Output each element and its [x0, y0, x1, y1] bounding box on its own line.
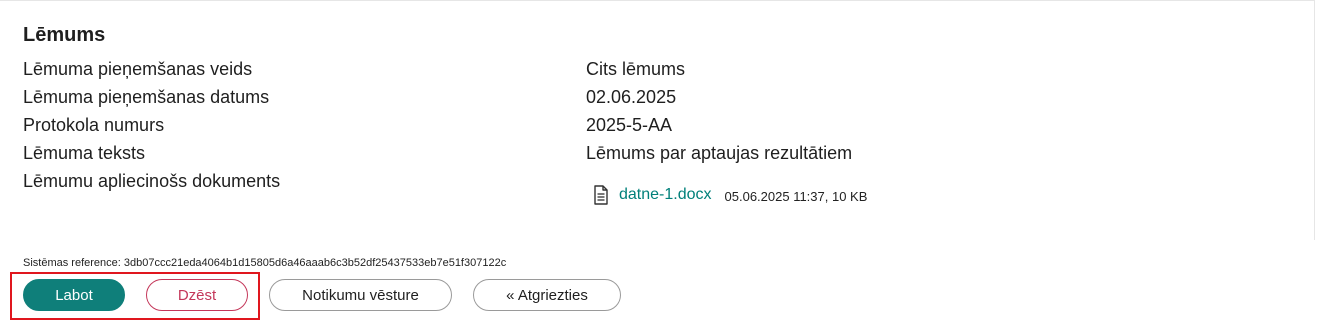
field-label: Lēmumu apliecinošs dokuments: [23, 171, 281, 191]
field-label: Lēmuma teksts: [23, 143, 146, 163]
decision-card: Lēmums Lēmuma pieņemšanas veids Cits lēm…: [0, 0, 1315, 240]
field-label: Lēmuma pieņemšanas datums: [23, 87, 270, 107]
edit-button[interactable]: Labot: [23, 279, 125, 311]
field-row-decision-type: Lēmuma pieņemšanas veids Cits lēmums: [0, 56, 1300, 82]
field-value: 02.06.2025: [586, 87, 677, 107]
decision-page: Lēmums Lēmuma pieņemšanas veids Cits lēm…: [0, 0, 1317, 328]
delete-button[interactable]: Dzēst: [146, 279, 248, 311]
system-reference: Sistēmas reference: 3db07ccc21eda4064b1d…: [23, 257, 507, 269]
field-value: 2025-5-AA: [586, 115, 673, 135]
field-value: Cits lēmums: [586, 59, 686, 79]
history-button[interactable]: Notikumu vēsture: [269, 279, 452, 311]
field-row-decision-date: Lēmuma pieņemšanas datums 02.06.2025: [0, 84, 1300, 110]
document-file-meta: 05.06.2025 11:37, 10 KB: [724, 188, 868, 204]
section-title: Lēmums: [23, 24, 106, 46]
field-value: Lēmums par aptaujas rezultātiem: [586, 143, 853, 163]
field-label: Lēmuma pieņemšanas veids: [23, 59, 253, 79]
field-row-decision-text: Lēmuma teksts Lēmums par aptaujas rezult…: [0, 140, 1300, 166]
field-label: Protokola numurs: [23, 115, 165, 135]
document-attachment: datne-1.docx 05.06.2025 11:37, 10 KB: [593, 182, 867, 208]
field-row-protocol-number: Protokola numurs 2025-5-AA: [0, 112, 1300, 138]
document-file-link[interactable]: datne-1.docx: [619, 186, 712, 204]
document-icon: [594, 185, 608, 205]
back-button[interactable]: « Atgriezties: [473, 279, 621, 311]
